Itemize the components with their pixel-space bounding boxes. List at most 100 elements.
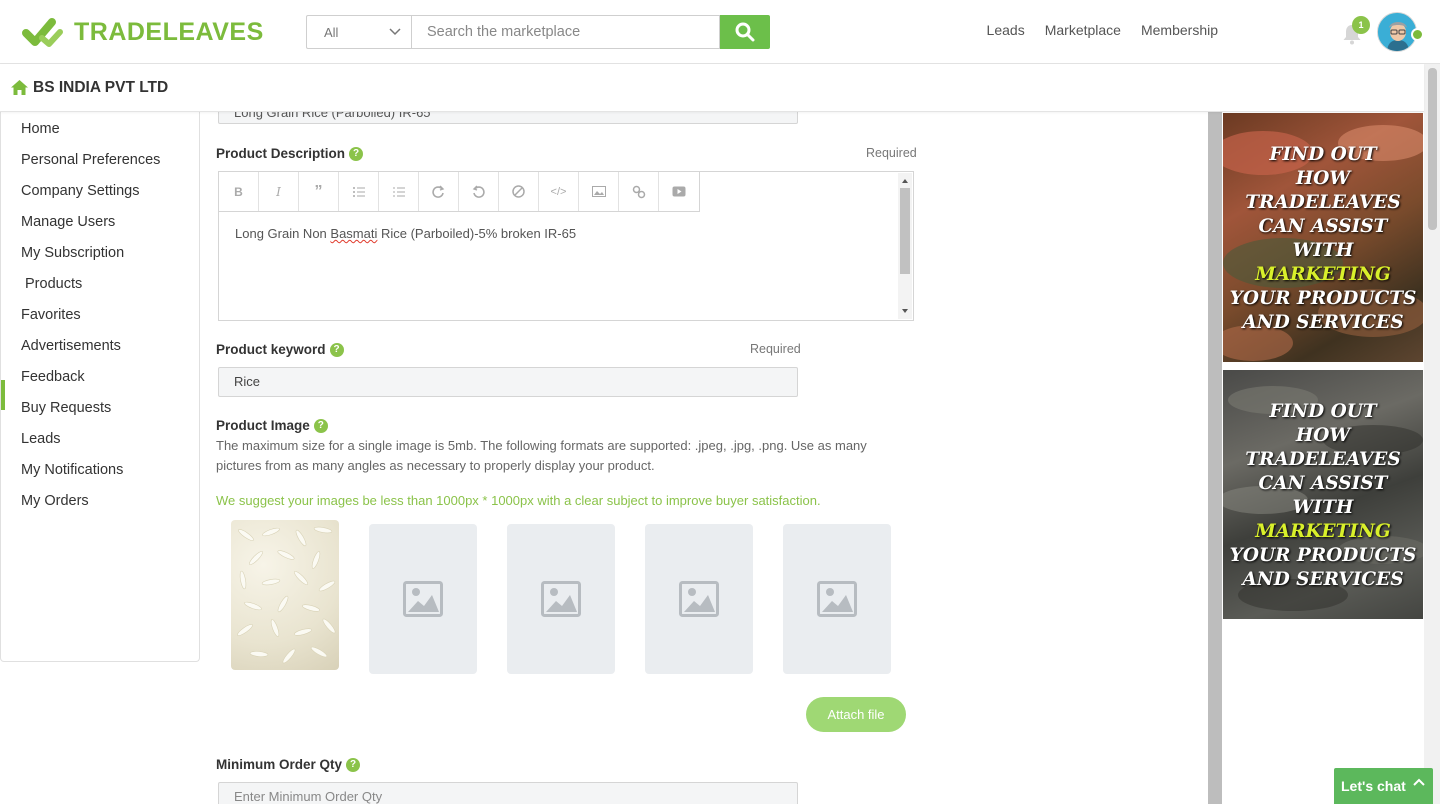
online-status-icon [1411, 28, 1424, 41]
product-keyword-input[interactable]: Rice [218, 367, 798, 397]
code-icon[interactable]: </> [539, 172, 579, 211]
company-bar: BS INDIA PVT LTD [0, 64, 1424, 112]
ad-line: FIND OUT [1269, 401, 1377, 422]
link-icon[interactable] [619, 172, 659, 211]
sidebar-item-my-notifications[interactable]: My Notifications [21, 462, 123, 478]
misspelled-word: Basmati [330, 226, 378, 241]
brand-logo[interactable]: TRADELEAVES [22, 16, 264, 48]
company-name: BS INDIA PVT LTD [33, 78, 169, 96]
sidebar-item-products[interactable]: Products [25, 276, 82, 292]
attach-file-button[interactable]: Attach file [806, 697, 906, 732]
image-placeholder-icon [679, 581, 719, 617]
sidebar-item-home[interactable]: Home [21, 121, 60, 137]
sidebar-item-company-settings[interactable]: Company Settings [21, 183, 139, 199]
sidebar-item-personal-preferences[interactable]: Personal Preferences [21, 152, 160, 168]
image-placeholder-slot[interactable] [369, 524, 477, 674]
nav-marketplace[interactable]: Marketplace [1045, 22, 1121, 38]
sidebar-item-leads[interactable]: Leads [21, 431, 61, 447]
quote-icon[interactable]: ” [299, 172, 339, 211]
ad-line: WITH [1292, 497, 1354, 518]
undo-icon[interactable] [459, 172, 499, 211]
description-text[interactable]: Long Grain Non Basmati Rice (Parboiled)-… [235, 226, 576, 241]
search-input[interactable]: Search the marketplace [411, 15, 720, 49]
image-placeholder-slot[interactable] [645, 524, 753, 674]
image-size-suggestion: We suggest your images be less than 1000… [216, 493, 821, 508]
sidebar-item-favorites[interactable]: Favorites [21, 307, 81, 323]
ad-line: TRADELEAVES [1245, 192, 1401, 213]
bullet-list-icon[interactable] [339, 172, 379, 211]
description-editor[interactable]: B I ” </> Long Grain Non Basmati Rice (P… [218, 171, 914, 321]
italic-icon[interactable]: I [259, 172, 299, 211]
chat-label: Let's chat [1341, 778, 1406, 794]
ad-line: TRADELEAVES [1245, 449, 1401, 470]
sidebar-item-advertisements[interactable]: Advertisements [21, 338, 121, 354]
ad-line: YOUR PRODUCTS [1229, 288, 1417, 309]
home-icon [11, 80, 28, 95]
advertisement-banner[interactable]: FIND OUT HOW TRADELEAVES CAN ASSIST WITH… [1223, 370, 1423, 619]
editor-scroll-thumb[interactable] [900, 188, 910, 274]
required-tag: Required [750, 342, 801, 356]
leaf-logo-icon [22, 18, 63, 47]
advertisement-banner[interactable]: FIND OUT HOW TRADELEAVES CAN ASSIST WITH… [1223, 113, 1423, 362]
bold-icon[interactable]: B [219, 172, 259, 211]
sidebar-item-manage-users[interactable]: Manage Users [21, 214, 115, 230]
top-nav: Leads Marketplace Membership [987, 22, 1218, 38]
image-placeholder-slot[interactable] [783, 524, 891, 674]
sidebar-item-buy-requests[interactable]: Buy Requests [21, 400, 111, 416]
redo-icon[interactable] [419, 172, 459, 211]
ad-line: HOW [1295, 168, 1351, 189]
ad-line: AND SERVICES [1242, 569, 1404, 590]
product-image-label-text: Product Image [216, 418, 310, 433]
product-name-field[interactable]: Long Grain Rice (Parboiled) IR-65 [218, 112, 798, 124]
clear-format-icon[interactable] [499, 172, 539, 211]
help-icon[interactable]: ? [313, 418, 328, 433]
help-icon[interactable]: ? [349, 146, 364, 161]
video-icon[interactable] [659, 172, 699, 211]
search-bar: All Search the marketplace [306, 15, 770, 49]
sidebar-active-indicator [1, 380, 5, 410]
content-scrollbar[interactable] [1208, 112, 1222, 804]
image-placeholder-icon [541, 581, 581, 617]
nav-membership[interactable]: Membership [1141, 22, 1218, 38]
ad-line: CAN ASSIST [1258, 473, 1388, 494]
image-requirements-text: The maximum size for a single image is 5… [216, 438, 867, 473]
window-scroll-thumb[interactable] [1428, 68, 1437, 230]
product-description-label-text: Product Description [216, 146, 346, 161]
top-header: TRADELEAVES All Search the marketplace L… [0, 0, 1440, 64]
numbered-list-icon[interactable] [379, 172, 419, 211]
minimum-order-qty-label-text: Minimum Order Qty [216, 757, 343, 772]
ad-highlight: MARKETING [1255, 264, 1391, 285]
description-text-part: Long Grain Non [235, 226, 331, 241]
ad-text: FIND OUT HOW TRADELEAVES CAN ASSIST WITH… [1223, 143, 1423, 335]
sidebar-item-my-subscription[interactable]: My Subscription [21, 245, 124, 261]
nav-leads[interactable]: Leads [987, 22, 1025, 38]
sidebar: Home Personal Preferences Company Settin… [0, 112, 200, 662]
product-keyword-label: Product keyword ? [216, 342, 344, 357]
description-text-part: Rice (Parboiled)-5% broken IR-65 [377, 226, 577, 241]
brand-name: TRADELEAVES [74, 17, 264, 46]
product-description-label: Product Description ? [216, 146, 364, 161]
ad-line: HOW [1295, 425, 1351, 446]
ad-line: AND SERVICES [1242, 312, 1404, 333]
ad-text: FIND OUT HOW TRADELEAVES CAN ASSIST WITH… [1223, 400, 1423, 592]
sidebar-item-feedback[interactable]: Feedback [21, 369, 85, 385]
minimum-order-qty-input[interactable]: Enter Minimum Order Qty [218, 782, 798, 804]
notification-badge: 1 [1352, 16, 1370, 34]
search-category-value: All [324, 24, 339, 40]
image-icon[interactable] [579, 172, 619, 211]
help-icon[interactable]: ? [329, 342, 344, 357]
sidebar-item-my-orders[interactable]: My Orders [21, 493, 89, 509]
ad-line: FIND OUT [1269, 144, 1377, 165]
ad-line: WITH [1292, 240, 1354, 261]
search-icon [735, 22, 755, 42]
required-tag: Required [866, 146, 917, 160]
help-icon[interactable]: ? [346, 757, 361, 772]
chat-widget-button[interactable]: Let's chat [1334, 768, 1433, 804]
search-category-select[interactable]: All [306, 15, 411, 49]
search-button[interactable] [720, 15, 770, 49]
product-image-label: Product Image ? [216, 418, 328, 433]
image-placeholder-icon [817, 581, 857, 617]
image-placeholder-slot[interactable] [507, 524, 615, 674]
product-image-thumbnail[interactable] [231, 520, 339, 670]
image-placeholder-icon [403, 581, 443, 617]
